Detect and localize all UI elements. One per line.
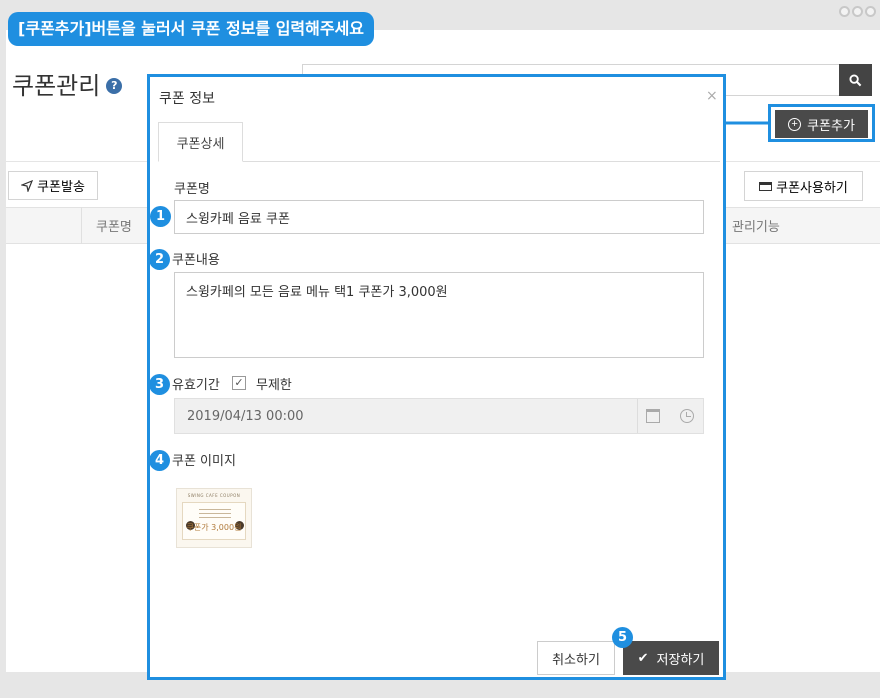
step-badge-1: 1 xyxy=(150,206,171,227)
coupon-image-line xyxy=(199,513,231,514)
send-coupon-button[interactable]: 쿠폰발송 xyxy=(8,171,98,200)
save-button[interactable]: ✔ 저장하기 xyxy=(623,641,719,675)
step-badge-4: 4 xyxy=(149,450,170,471)
step-badge-5: 5 xyxy=(612,627,633,648)
save-label: 저장하기 xyxy=(656,651,705,667)
instruction-banner: [쿠폰추가]버튼을 눌러서 쿠폰 정보를 입력해주세요 xyxy=(8,12,375,46)
table-header-separator xyxy=(81,207,82,244)
validity-date-input[interactable]: 2019/04/13 00:00 xyxy=(174,398,704,434)
validity-label: 유효기간 xyxy=(172,378,220,393)
validity-date-value: 2019/04/13 00:00 xyxy=(187,409,304,424)
coupon-content-label: 쿠폰내용 xyxy=(172,253,220,268)
window-control-1[interactable] xyxy=(839,6,850,17)
coupon-content-textarea[interactable]: 스윙카페의 모든 음료 메뉴 택1 쿠폰가 3,000원 xyxy=(174,272,704,358)
table-header-manage: 관리기능 xyxy=(732,220,780,235)
page-title: 쿠폰관리 ? xyxy=(12,66,123,101)
coupon-image-line xyxy=(199,517,231,518)
coupon-image-thumbnail[interactable]: SWING CAFE COUPON 쿠폰가 3,000원 xyxy=(176,488,252,548)
clock-icon[interactable] xyxy=(680,409,694,423)
coupon-name-input[interactable]: 스윙카페 음료 쿠폰 xyxy=(174,200,704,234)
date-separator xyxy=(637,399,638,433)
window-control-2[interactable] xyxy=(852,6,863,17)
unlimited-checkbox[interactable]: ✓ xyxy=(232,376,246,390)
send-coupon-label: 쿠폰발송 xyxy=(37,179,85,194)
add-coupon-label: 쿠폰추가 xyxy=(807,117,855,133)
coupon-image-card: 쿠폰가 3,000원 xyxy=(182,502,246,540)
unlimited-label: 무제한 xyxy=(256,378,292,393)
help-icon[interactable]: ? xyxy=(106,77,123,94)
coupon-image-label: 쿠폰 이미지 xyxy=(172,454,236,469)
coupon-content-value: 스윙카페의 모든 음료 메뉴 택1 쿠폰가 3,000원 xyxy=(186,285,448,300)
tab-coupon-detail[interactable]: 쿠폰상세 xyxy=(158,122,243,162)
coupon-name-value: 스윙카페 음료 쿠폰 xyxy=(186,211,290,227)
coupon-image-header: SWING CAFE COUPON xyxy=(187,493,241,498)
paper-plane-icon xyxy=(21,179,34,192)
use-coupon-button[interactable]: 쿠폰사용하기 xyxy=(744,171,863,201)
window-controls[interactable] xyxy=(839,6,876,17)
credit-card-icon xyxy=(759,181,773,191)
calendar-icon[interactable] xyxy=(646,409,660,423)
coupon-image-line xyxy=(199,509,231,510)
window-control-3[interactable] xyxy=(865,6,876,17)
page-title-text: 쿠폰관리 xyxy=(12,72,101,100)
coupon-image-price: 쿠폰가 3,000원 xyxy=(186,523,242,532)
cancel-button[interactable]: 취소하기 xyxy=(537,641,615,675)
plus-circle-icon: + xyxy=(788,117,802,131)
close-icon[interactable]: × xyxy=(706,88,718,104)
check-icon: ✔ xyxy=(637,650,649,665)
table-header-coupon-name: 쿠폰명 xyxy=(96,220,132,235)
coupon-name-label: 쿠폰명 xyxy=(174,182,210,197)
use-coupon-label: 쿠폰사용하기 xyxy=(776,179,848,195)
search-icon xyxy=(849,73,862,86)
search-button[interactable] xyxy=(839,64,872,96)
step-badge-3: 3 xyxy=(149,374,170,395)
add-coupon-button[interactable]: + 쿠폰추가 xyxy=(775,110,868,138)
modal-title: 쿠폰 정보 xyxy=(159,91,215,107)
step-badge-2: 2 xyxy=(149,249,170,270)
